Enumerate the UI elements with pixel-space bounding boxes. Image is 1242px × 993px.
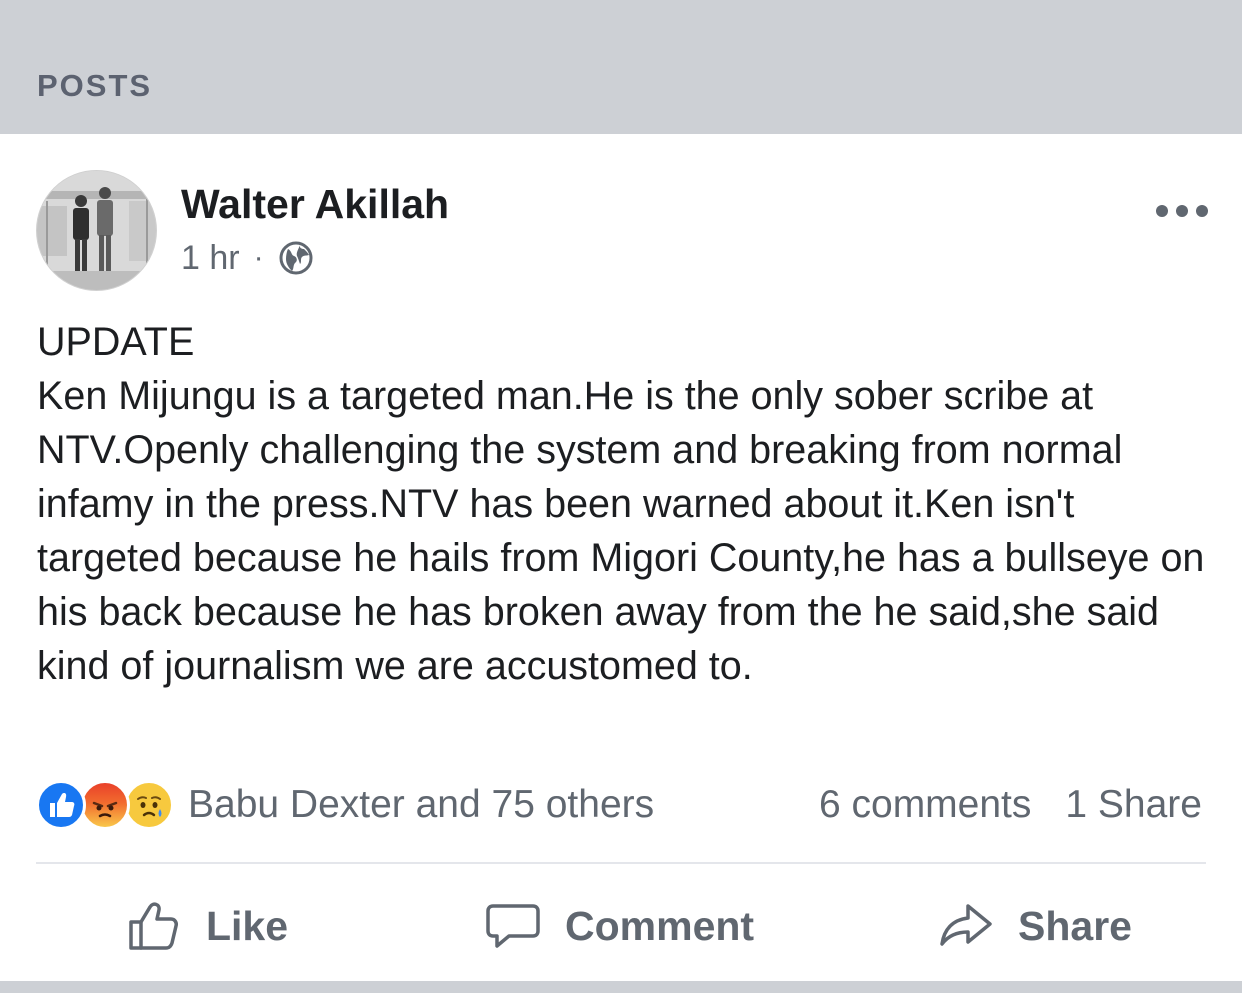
globe-icon[interactable] bbox=[278, 240, 314, 276]
menu-dot bbox=[1196, 205, 1208, 217]
engagement-counts: 6 comments 1 Share bbox=[819, 778, 1202, 832]
share-button[interactable]: Share bbox=[938, 878, 1132, 974]
like-reaction-icon bbox=[36, 780, 86, 830]
divider bbox=[36, 862, 1206, 864]
feed-separator bbox=[0, 981, 1242, 993]
section-title: POSTS bbox=[37, 68, 153, 103]
avatar[interactable] bbox=[36, 170, 157, 291]
more-options-icon[interactable] bbox=[1152, 196, 1212, 226]
comment-bubble-icon bbox=[486, 904, 540, 948]
meta-separator: · bbox=[253, 241, 264, 274]
share-label: Share bbox=[1018, 902, 1132, 949]
menu-dot bbox=[1176, 205, 1188, 217]
like-button[interactable]: Like bbox=[126, 878, 288, 974]
comment-label: Comment bbox=[565, 902, 755, 949]
like-label: Like bbox=[206, 902, 289, 949]
shares-count[interactable]: 1 Share bbox=[1065, 783, 1202, 827]
post-meta: 1 hr · bbox=[181, 236, 314, 280]
post-text: UPDATE Ken Mijungu is a targeted man.He … bbox=[37, 320, 1205, 688]
menu-dot bbox=[1156, 205, 1168, 217]
section-header: POSTS bbox=[0, 0, 1242, 134]
sad-reaction-icon bbox=[124, 780, 174, 830]
reactions-summary[interactable]: Babu Dexter and 75 others bbox=[36, 778, 654, 832]
avatar-photo bbox=[37, 171, 156, 290]
share-arrow-icon bbox=[940, 904, 992, 946]
reactions-names: Babu Dexter and 75 others bbox=[188, 783, 655, 826]
thumbs-up-icon bbox=[129, 902, 178, 950]
action-bar: Like Comment Share bbox=[0, 878, 1242, 974]
post-time[interactable]: 1 hr bbox=[181, 239, 240, 278]
comment-button[interactable]: Comment bbox=[485, 878, 754, 974]
post-card: Walter Akillah 1 hr · UPDATE Ken Mijungu… bbox=[0, 134, 1242, 981]
author-name[interactable]: Walter Akillah bbox=[181, 181, 449, 228]
comments-count[interactable]: 6 comments bbox=[819, 783, 1031, 827]
angry-reaction-icon bbox=[80, 780, 130, 830]
